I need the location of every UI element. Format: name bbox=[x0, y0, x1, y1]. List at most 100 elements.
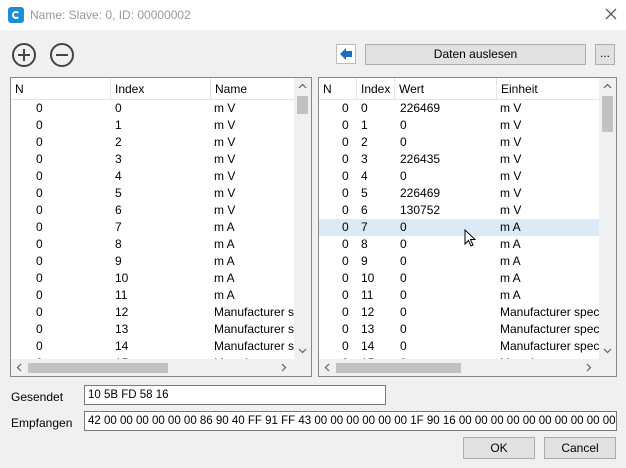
table-row[interactable]: 0 6 m V bbox=[11, 202, 294, 219]
parameter-table[interactable]: N Index Name 0 0 m V 0 1 m V 0 2 m V 0 3 m V 0 4 m V 0 5… bbox=[10, 77, 312, 377]
cell-einheit: Manufacturer spec bbox=[500, 339, 599, 353]
read-data-button[interactable]: Daten auslesen bbox=[365, 44, 586, 65]
table-row[interactable]: 0 1 m V bbox=[11, 117, 294, 134]
column-header-n[interactable]: N bbox=[11, 78, 111, 100]
column-header-einheit[interactable]: Einheit bbox=[497, 78, 601, 100]
empfangen-field[interactable]: 42 00 00 00 00 00 00 86 90 40 FF 91 FF 4… bbox=[84, 411, 617, 431]
table-row[interactable]: 0 0 226469 m V bbox=[319, 100, 599, 117]
table-row[interactable]: 0 12 Manufacturer s bbox=[11, 304, 294, 321]
back-button[interactable] bbox=[336, 44, 356, 64]
column-header-index[interactable]: Index bbox=[357, 78, 395, 100]
cell-name: Manufacturer s bbox=[214, 322, 294, 336]
table-row[interactable]: 0 6 130752 m V bbox=[319, 202, 599, 219]
table-row[interactable]: 0 12 0 Manufacturer spec bbox=[319, 304, 599, 321]
table-row[interactable]: 0 3 226435 m V bbox=[319, 151, 599, 168]
add-icon[interactable] bbox=[11, 42, 37, 68]
table-row[interactable]: 0 14 Manufacturer s bbox=[11, 338, 294, 355]
horizontal-scrollbar[interactable] bbox=[11, 359, 294, 376]
column-header-name[interactable]: Name bbox=[211, 78, 301, 100]
table-row[interactable]: 040m V bbox=[319, 168, 599, 185]
app-icon bbox=[8, 7, 24, 23]
remove-icon[interactable] bbox=[49, 42, 75, 68]
vertical-scrollbar[interactable] bbox=[294, 78, 311, 359]
cell-n: 0 bbox=[36, 169, 43, 183]
scroll-down-icon[interactable] bbox=[603, 346, 612, 355]
close-icon[interactable] bbox=[601, 4, 621, 24]
cell-index: 1 bbox=[361, 118, 368, 132]
table-row[interactable]: 0 5 m V bbox=[11, 185, 294, 202]
cell-n: 0 bbox=[342, 339, 349, 353]
cell-index: 8 bbox=[115, 237, 122, 251]
scroll-up-icon[interactable] bbox=[298, 82, 307, 91]
ok-button[interactable]: OK bbox=[463, 437, 535, 459]
table-row[interactable]: 0 13 Manufacturer s bbox=[11, 321, 294, 338]
vertical-scroll-thumb[interactable] bbox=[602, 96, 613, 132]
scroll-right-icon[interactable] bbox=[279, 363, 288, 372]
cancel-button[interactable]: Cancel bbox=[544, 437, 616, 459]
table-row[interactable]: 0 0 m V bbox=[11, 100, 294, 117]
cell-n: 0 bbox=[36, 135, 43, 149]
table-row[interactable]: 080m A bbox=[319, 236, 599, 253]
cell-index: 7 bbox=[115, 220, 122, 234]
cell-wert: 0 bbox=[400, 305, 407, 319]
horizontal-scrollbar[interactable] bbox=[319, 359, 599, 376]
column-header-n[interactable]: N bbox=[319, 78, 357, 100]
column-header-wert[interactable]: Wert bbox=[395, 78, 497, 100]
cell-index: 3 bbox=[361, 152, 368, 166]
table-row[interactable]: 0 10 0 m A bbox=[319, 270, 599, 287]
cell-index: 6 bbox=[115, 203, 122, 217]
cell-index: 5 bbox=[361, 186, 368, 200]
cell-index: 0 bbox=[115, 101, 122, 115]
cell-einheit: m V bbox=[500, 203, 522, 217]
scroll-left-icon[interactable] bbox=[15, 363, 24, 372]
cell-wert: 226469 bbox=[400, 101, 441, 115]
cell-einheit: m A bbox=[500, 288, 521, 302]
table-row[interactable]: 0 13 0 Manufacturer spec bbox=[319, 321, 599, 338]
values-table[interactable]: N Index Wert Einheit 0 0 226469 m V010m V02… bbox=[318, 77, 617, 377]
scroll-up-icon[interactable] bbox=[603, 82, 612, 91]
cell-name: m V bbox=[214, 169, 236, 183]
cell-n: 0 bbox=[36, 237, 43, 251]
table-row[interactable]: 0 7 m A bbox=[11, 219, 294, 236]
cell-n: 0 bbox=[36, 254, 43, 268]
cell-wert: 0 bbox=[400, 271, 407, 285]
gesendet-field[interactable]: 10 5B FD 58 16 bbox=[84, 385, 386, 405]
horizontal-scroll-thumb[interactable] bbox=[28, 363, 168, 373]
column-header-index[interactable]: Index bbox=[111, 78, 211, 100]
scroll-down-icon[interactable] bbox=[298, 346, 307, 355]
table-row[interactable]: 090m A bbox=[319, 253, 599, 270]
table-row[interactable]: 0 10 m A bbox=[11, 270, 294, 287]
cell-einheit: m V bbox=[500, 118, 522, 132]
table-row[interactable]: 010m V bbox=[319, 117, 599, 134]
cell-index: 13 bbox=[361, 322, 375, 336]
vertical-scrollbar[interactable] bbox=[599, 78, 616, 359]
table-row[interactable]: 0 3 m V bbox=[11, 151, 294, 168]
table-row[interactable]: 0 4 m V bbox=[11, 168, 294, 185]
table-row[interactable]: 0 14 0 Manufacturer spec bbox=[319, 338, 599, 355]
scroll-left-icon[interactable] bbox=[323, 363, 332, 372]
vertical-scroll-thumb[interactable] bbox=[297, 96, 308, 114]
table-row[interactable]: 020m V bbox=[319, 134, 599, 151]
cell-n: 0 bbox=[36, 118, 43, 132]
table-row[interactable]: 0 2 m V bbox=[11, 134, 294, 151]
table-row[interactable]: 0 11 0 m A bbox=[319, 287, 599, 304]
cell-index: 13 bbox=[115, 322, 129, 336]
more-button[interactable]: ... bbox=[595, 44, 615, 65]
cell-wert: 0 bbox=[400, 288, 407, 302]
cell-index: 12 bbox=[115, 305, 129, 319]
horizontal-scroll-thumb[interactable] bbox=[336, 363, 461, 373]
cell-index: 7 bbox=[361, 220, 368, 234]
cell-n: 0 bbox=[36, 152, 43, 166]
table-row[interactable]: 0 8 m A bbox=[11, 236, 294, 253]
table-row[interactable]: 0 9 m A bbox=[11, 253, 294, 270]
scroll-right-icon[interactable] bbox=[584, 363, 593, 372]
cell-einheit: m V bbox=[500, 152, 522, 166]
cell-wert: 0 bbox=[400, 169, 407, 183]
cell-name: Manufacturer s bbox=[214, 305, 294, 319]
table-row[interactable]: 070m A bbox=[319, 219, 599, 236]
cell-einheit: m A bbox=[500, 271, 521, 285]
cell-index: 4 bbox=[115, 169, 122, 183]
table-row[interactable]: 0 5 226469 m V bbox=[319, 185, 599, 202]
table-row[interactable]: 0 11 m A bbox=[11, 287, 294, 304]
cell-index: 6 bbox=[361, 203, 368, 217]
